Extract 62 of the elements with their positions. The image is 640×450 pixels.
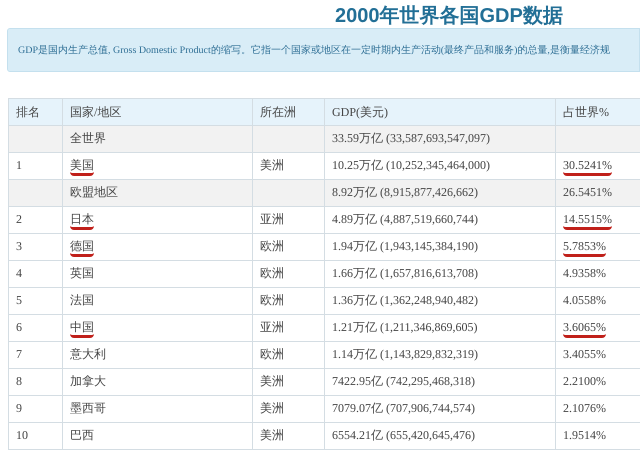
table-cell: 日本: [70, 212, 94, 230]
table-cell-text: 巴西: [70, 428, 94, 444]
table-cell-text: 5: [16, 293, 22, 309]
table-cell-text: 4.9358%: [563, 266, 606, 282]
table-cell: 14.5515%: [563, 212, 612, 230]
table-cell: 30.5241%: [563, 158, 612, 176]
table-cell-text: 美洲: [260, 401, 284, 417]
table-cell-text: 8.92万亿 (8,915,877,426,662): [332, 185, 478, 201]
table-cell-text: 1.94万亿 (1,943,145,384,190): [332, 239, 478, 255]
table-cell: 美国: [70, 158, 94, 176]
table-cell-text: 1.9514%: [563, 428, 606, 444]
table-cell-text: 7422.95亿 (742,295,468,318): [332, 374, 475, 390]
column-header: 所在洲: [260, 105, 296, 119]
table-cell-text: 欧洲: [260, 347, 284, 363]
table-cell-text: 加拿大: [70, 374, 106, 390]
table-cell-text: 4.0558%: [563, 293, 606, 309]
table-cell-text: 33.59万亿 (33,587,693,547,097): [332, 131, 490, 147]
table-cell-text: 美洲: [260, 158, 284, 174]
table-cell-text: 欧洲: [260, 293, 284, 309]
table-cell-text: 意大利: [70, 347, 106, 363]
table-cell-text: 欧洲: [260, 266, 284, 282]
table-cell-text: 墨西哥: [70, 401, 106, 417]
table-cell-text: 全世界: [70, 131, 106, 147]
column-header: 占世界%: [563, 105, 609, 119]
column-header: 国家/地区: [70, 105, 122, 119]
table-cell-text: 1.66万亿 (1,657,816,613,708): [332, 266, 478, 282]
table-cell-text: 2: [16, 212, 22, 228]
table-cell-text: 2.1076%: [563, 401, 606, 417]
table-cell-text: 10.25万亿 (10,252,345,464,000): [332, 158, 490, 174]
table-cell-text: 1.14万亿 (1,143,829,832,319): [332, 347, 478, 363]
notice-text: GDP是国内生产总值, Gross Domestic Product的缩写。它指一个国家或地区在一定时期内生产活动(最终产品和服务)的总量,是衡量经济规: [18, 44, 610, 58]
table-cell-text: 9: [16, 401, 22, 417]
table-cell-text: 亚洲: [260, 212, 284, 228]
table-cell-text: 6554.21亿 (655,420,645,476): [332, 428, 475, 444]
column-header: 排名: [16, 105, 40, 119]
table-cell-text: 6: [16, 320, 22, 336]
table-cell-text: 1.36万亿 (1,362,248,940,482): [332, 293, 478, 309]
table-cell-text: 美洲: [260, 428, 284, 444]
table-cell-text: 3.4055%: [563, 347, 606, 363]
table-cell-text: 亚洲: [260, 320, 284, 336]
table-cell-text: 英国: [70, 266, 94, 282]
table-cell-text: 3: [16, 239, 22, 255]
table-cell-text: 26.5451%: [563, 185, 612, 201]
table-cell-text: 1: [16, 158, 22, 174]
table-cell: 德国: [70, 239, 94, 257]
table-cell-text: 美洲: [260, 374, 284, 390]
table-cell-text: 8: [16, 374, 22, 390]
table-cell-text: 7: [16, 347, 22, 363]
table-cell-text: 10: [16, 428, 28, 444]
table-cell-text: 4.89万亿 (4,887,519,660,744): [332, 212, 478, 228]
table-cell-text: 1.21万亿 (1,211,346,869,605): [332, 320, 478, 336]
table-cell-text: 欧盟地区: [70, 185, 118, 201]
column-header: GDP(美元): [332, 105, 388, 119]
table-cell-text: 欧洲: [260, 239, 284, 255]
table-cell-text: 2.2100%: [563, 374, 606, 390]
table-cell-text: 法国: [70, 293, 94, 309]
page-title: 2000年世界各国GDP数据: [335, 4, 563, 28]
table-cell: 3.6065%: [563, 320, 606, 338]
table-cell: 中国: [70, 320, 94, 338]
table-cell: 5.7853%: [563, 239, 606, 257]
table-cell-text: 7079.07亿 (707,906,744,574): [332, 401, 475, 417]
table-cell-text: 4: [16, 266, 22, 282]
